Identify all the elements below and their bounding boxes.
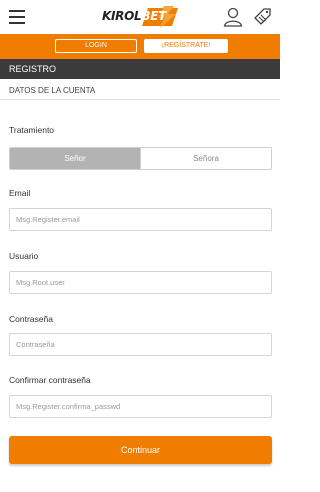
hamburger-icon[interactable] <box>9 10 25 24</box>
login-button[interactable]: LOGIN <box>55 39 137 53</box>
treatment-label: Tratamiento <box>9 125 55 135</box>
top-header: KIROLBET <box>0 0 280 34</box>
divider <box>0 99 280 100</box>
user-icon[interactable] <box>223 7 243 27</box>
treatment-selector: Señor Señora <box>9 147 272 170</box>
auth-bar: LOGIN ¡REGÍSTRATE! <box>0 34 280 59</box>
email-field[interactable] <box>9 208 272 231</box>
logo-text: KIROLBET <box>102 9 166 23</box>
logo-part-bet: BET <box>141 9 166 23</box>
continue-button[interactable]: Continuar <box>9 436 272 464</box>
treatment-option-senor[interactable]: Señor <box>10 148 140 169</box>
user-field[interactable] <box>9 271 272 294</box>
password-field[interactable] <box>9 333 272 356</box>
treatment-option-senora[interactable]: Señora <box>140 148 271 169</box>
logo-part-kirol: KIROL <box>102 9 142 23</box>
email-label: Email <box>9 188 31 198</box>
tag-icon[interactable] <box>252 6 272 28</box>
password-label: Contraseña <box>9 314 53 324</box>
confirm-password-label: Confirmar contraseña <box>9 375 91 385</box>
section-subtitle: DATOS DE LA CUENTA <box>9 86 96 95</box>
section-title: REGISTRO <box>0 59 280 79</box>
user-label: Usuario <box>9 251 39 261</box>
kirolbet-logo[interactable]: KIROLBET <box>102 6 178 28</box>
confirm-password-field[interactable] <box>9 395 272 418</box>
register-button[interactable]: ¡REGÍSTRATE! <box>144 39 228 53</box>
